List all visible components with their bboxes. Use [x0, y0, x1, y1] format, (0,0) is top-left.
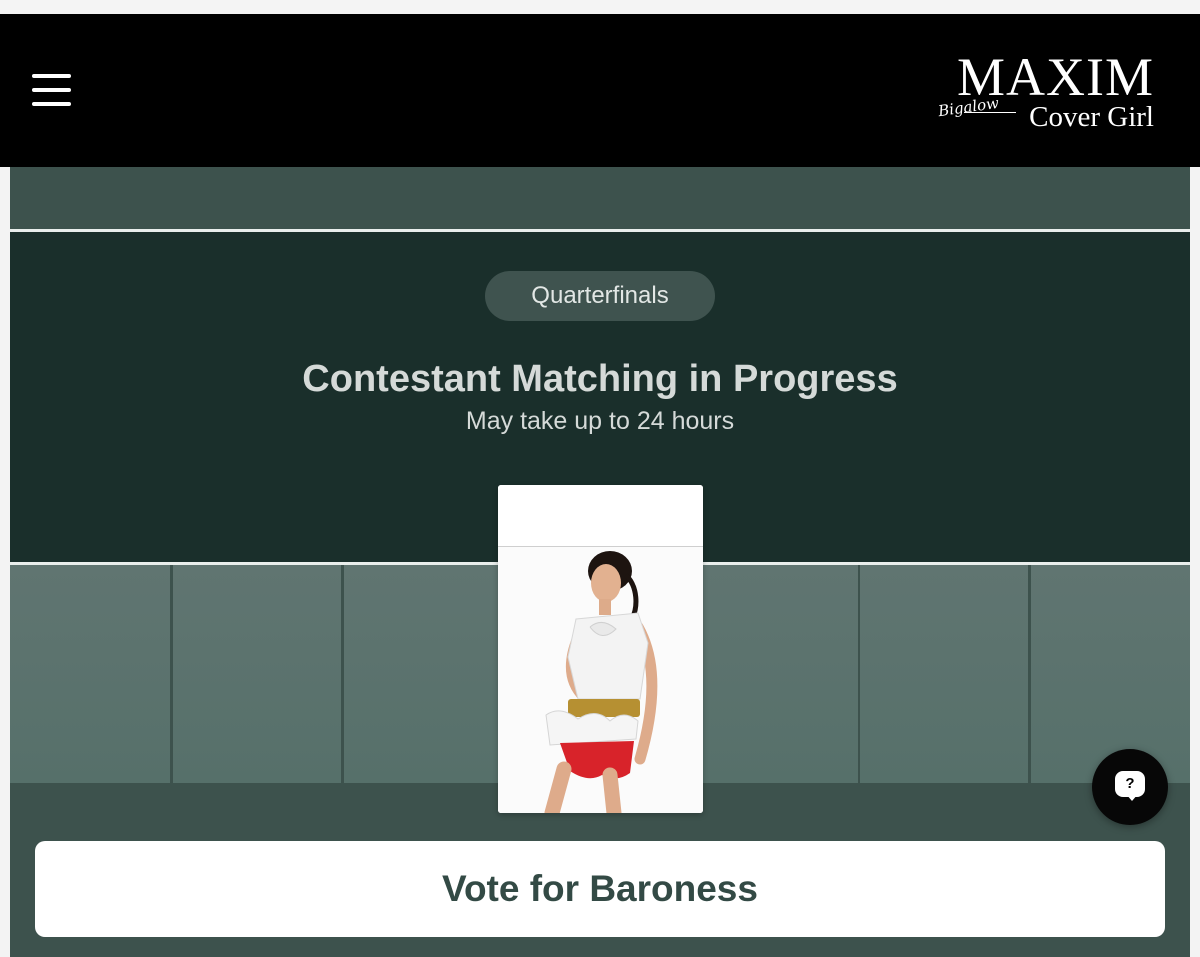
placeholder-panel [860, 565, 1028, 783]
frame-right-border [1190, 167, 1200, 957]
placeholder-panel [1031, 565, 1190, 783]
site-header: MAXIM Bigalow Cover Girl [0, 14, 1200, 167]
matching-subtitle: May take up to 24 hours [465, 407, 735, 435]
contestant-card[interactable] [498, 485, 703, 813]
logo-sub-text: Cover Girl [1029, 101, 1154, 133]
logo-script-text: Bigalow [937, 93, 1001, 121]
menu-bar [32, 88, 71, 92]
placeholder-panel [10, 565, 170, 783]
logo-line [964, 112, 1016, 113]
maxim-cover-girl-logo[interactable]: MAXIM Bigalow Cover Girl [924, 50, 1154, 132]
placeholder-panel [344, 565, 499, 783]
chat-tail-icon [1126, 794, 1138, 801]
card-header [498, 485, 703, 547]
top-band [10, 167, 1190, 229]
matching-title: Contestant Matching in Progress [302, 358, 898, 400]
placeholder-panel [173, 565, 341, 783]
top-strip [0, 0, 1200, 14]
contestant-photo [498, 547, 703, 813]
menu-bar [32, 102, 71, 106]
placeholder-panel [703, 565, 858, 783]
menu-bar [32, 74, 71, 78]
vote-button[interactable]: Vote for Baroness [35, 841, 1165, 937]
help-chat-button[interactable]: ? [1092, 749, 1168, 825]
contestant-photo-illustration [498, 547, 703, 813]
frame-left-border [0, 167, 10, 957]
hamburger-menu-icon[interactable] [32, 74, 72, 106]
round-badge: Quarterfinals [485, 271, 715, 321]
